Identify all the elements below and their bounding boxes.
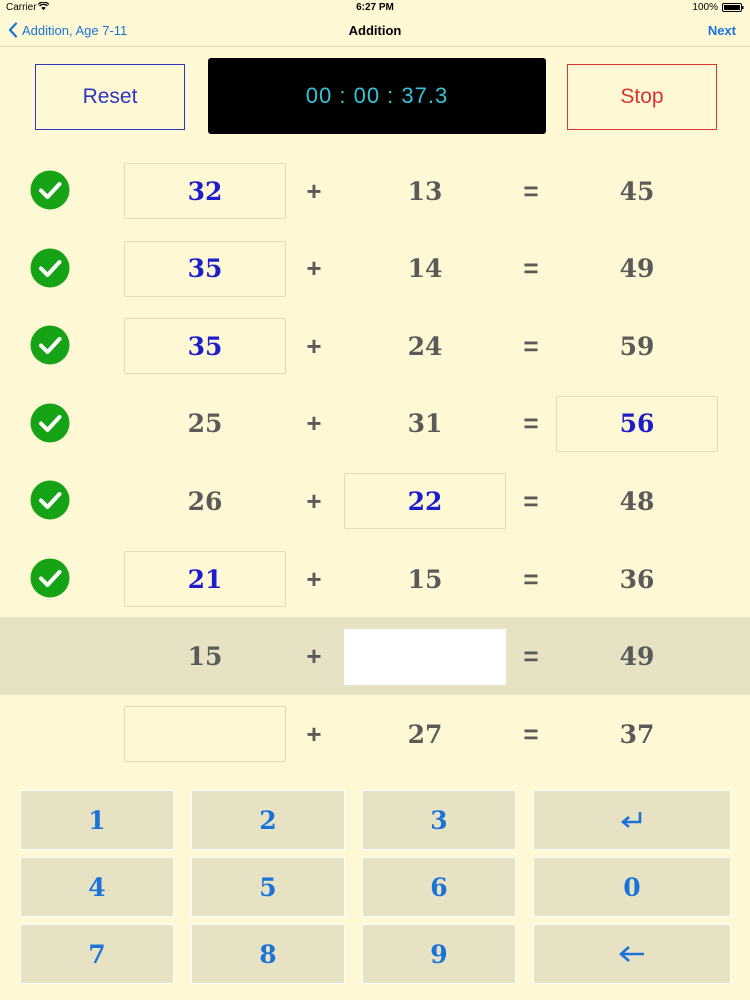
equals-sign: = xyxy=(523,718,539,749)
sum-value: 48 xyxy=(619,486,655,516)
battery-percent: 100% xyxy=(692,2,718,13)
answer-field[interactable] xyxy=(344,628,506,685)
plus-sign: + xyxy=(306,718,322,749)
plus-sign: + xyxy=(306,175,322,206)
return-arrow-icon xyxy=(620,812,642,828)
sum-value: 49 xyxy=(619,254,655,284)
key-2[interactable]: 2 xyxy=(191,790,345,850)
equation-row: 25 31 56 + = xyxy=(0,384,750,462)
checkmark-icon xyxy=(30,170,70,210)
operand-b-value: 15 xyxy=(407,564,443,594)
key-8[interactable]: 8 xyxy=(191,924,345,984)
sum-value: 37 xyxy=(619,719,655,749)
chevron-left-icon xyxy=(8,22,18,38)
checkmark-icon xyxy=(30,558,70,598)
equation-row: 32 13 45 + = xyxy=(0,151,750,229)
next-button[interactable]: Next xyxy=(708,23,736,38)
key-1[interactable]: 1 xyxy=(20,790,174,850)
status-bar: Carrier 6:27 PM 100% xyxy=(0,0,750,16)
equals-sign: = xyxy=(523,563,539,594)
operand-b-value: 14 xyxy=(407,254,443,284)
answer-field[interactable]: 35 xyxy=(124,318,286,375)
sum-value: 49 xyxy=(619,642,655,672)
equals-sign: = xyxy=(523,485,539,516)
equation-row: 21 15 36 + = xyxy=(0,539,750,617)
equation-row: 27 37 + = xyxy=(0,694,750,772)
checkmark-icon xyxy=(30,403,70,443)
checkmark-icon xyxy=(30,248,70,288)
reset-button[interactable]: Reset xyxy=(35,64,185,130)
operand-a-value: 25 xyxy=(187,409,223,439)
left-arrow-icon xyxy=(619,946,644,962)
operand-b-value: 13 xyxy=(407,176,443,206)
sum-value: 45 xyxy=(619,176,655,206)
equation-row: 26 22 48 + = xyxy=(0,461,750,539)
answer-field[interactable] xyxy=(124,706,286,763)
equation-row: 15 49 + = xyxy=(0,616,750,695)
stop-button[interactable]: Stop xyxy=(567,64,717,130)
backspace-key[interactable] xyxy=(533,924,731,984)
plus-sign: + xyxy=(306,330,322,361)
key-7[interactable]: 7 xyxy=(20,924,174,984)
answer-field[interactable]: 22 xyxy=(344,473,506,530)
checkmark-icon xyxy=(30,325,70,365)
equals-sign: = xyxy=(523,175,539,206)
answer-field[interactable]: 35 xyxy=(124,240,286,297)
answer-field[interactable]: 32 xyxy=(124,163,286,219)
key-6[interactable]: 6 xyxy=(362,857,516,917)
plus-sign: + xyxy=(306,563,322,594)
equals-sign: = xyxy=(523,330,539,361)
equation-row: 35 14 49 + = xyxy=(0,229,750,307)
key-5[interactable]: 5 xyxy=(191,857,345,917)
equals-sign: = xyxy=(523,253,539,284)
key-0[interactable]: 0 xyxy=(533,857,731,917)
equals-sign: = xyxy=(523,641,539,672)
checkmark-icon xyxy=(30,480,70,520)
plus-sign: + xyxy=(306,641,322,672)
key-3[interactable]: 3 xyxy=(362,790,516,850)
plus-sign: + xyxy=(306,253,322,284)
key-4[interactable]: 4 xyxy=(20,857,174,917)
sum-value: 36 xyxy=(619,564,655,594)
battery-icon xyxy=(722,3,744,12)
equation-row: 35 24 59 + = xyxy=(0,306,750,384)
enter-key[interactable] xyxy=(533,790,731,850)
back-button-label: Addition, Age 7-11 xyxy=(22,22,128,38)
operand-b-value: 24 xyxy=(407,331,443,361)
equals-sign: = xyxy=(523,408,539,439)
back-button[interactable]: Addition, Age 7-11 xyxy=(8,22,127,38)
operand-b-value: 27 xyxy=(407,719,443,749)
operand-a-value: 26 xyxy=(187,486,223,516)
timer-display: 00 : 00 : 37.3 xyxy=(208,58,546,134)
sum-value: 59 xyxy=(619,331,655,361)
operand-a-value: 15 xyxy=(187,642,223,672)
plus-sign: + xyxy=(306,485,322,516)
answer-field[interactable]: 56 xyxy=(556,395,718,452)
operand-b-value: 31 xyxy=(407,409,443,439)
navigation-bar: Addition, Age 7-11 Addition Next xyxy=(0,16,750,47)
plus-sign: + xyxy=(306,408,322,439)
answer-field[interactable]: 21 xyxy=(124,551,286,607)
status-time: 6:27 PM xyxy=(356,2,394,13)
key-9[interactable]: 9 xyxy=(362,924,516,984)
